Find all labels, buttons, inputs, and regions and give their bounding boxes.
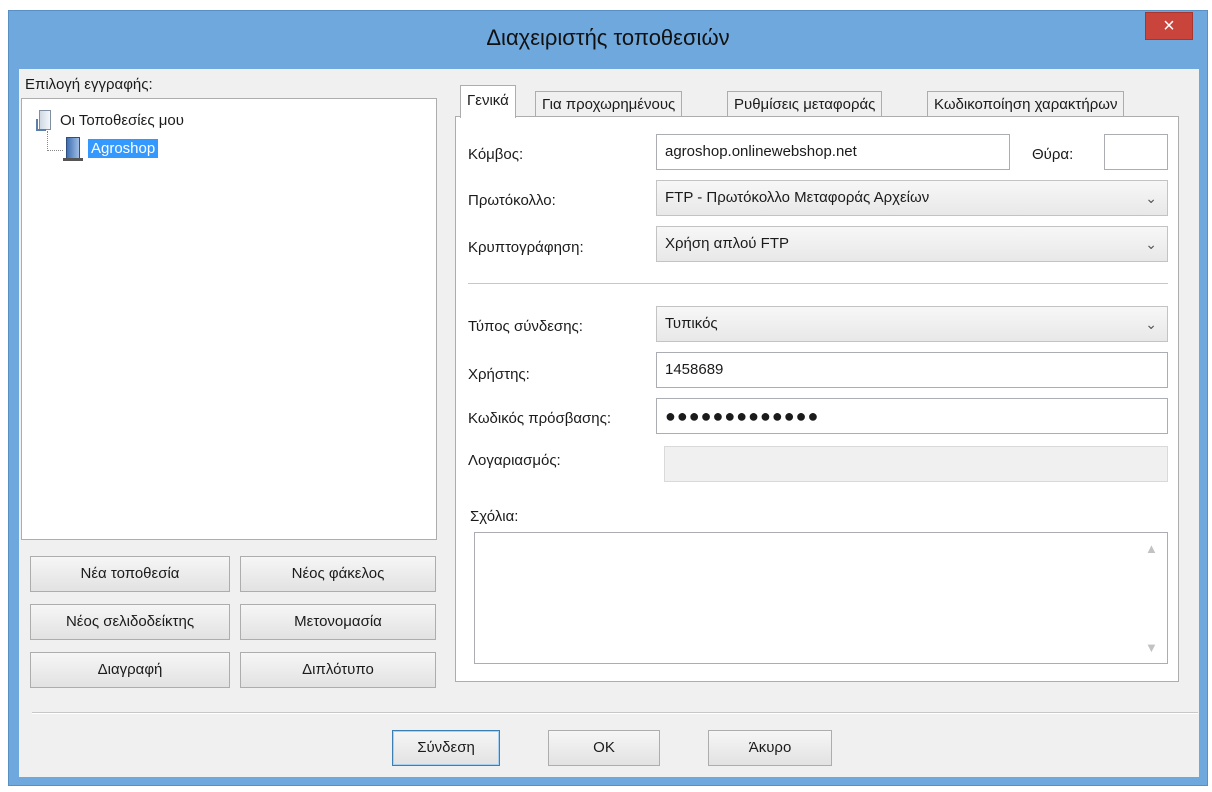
account-input — [664, 446, 1168, 482]
tree-item-agroshop[interactable]: Agroshop — [63, 137, 159, 161]
encryption-select[interactable]: Χρήση απλού FTP ⌄ — [656, 226, 1168, 262]
rename-button[interactable]: Μετονομασία — [240, 604, 436, 640]
cancel-button[interactable]: Άκυρο — [708, 730, 832, 766]
new-bookmark-button[interactable]: Νέος σελιδοδείκτης — [30, 604, 230, 640]
scroll-down-icon[interactable]: ▼ — [1145, 640, 1158, 655]
logon-type-value: Τυπικός — [665, 315, 718, 332]
tree-connector-line — [47, 150, 63, 151]
close-icon: × — [1163, 15, 1175, 37]
tab-general[interactable]: Γενικά — [460, 85, 516, 118]
tab-charset[interactable]: Κωδικοποίηση χαρακτήρων — [927, 91, 1125, 118]
port-input[interactable] — [1104, 134, 1168, 170]
host-label: Κόμβος: — [468, 146, 524, 163]
delete-button[interactable]: Διαγραφή — [30, 652, 230, 688]
duplicate-button[interactable]: Διπλότυπο — [240, 652, 436, 688]
sites-root-icon — [36, 109, 52, 131]
comments-textarea[interactable]: ▲ ▼ — [474, 532, 1168, 664]
section-divider — [468, 283, 1168, 285]
ok-button[interactable]: OK — [548, 730, 660, 766]
new-site-button[interactable]: Νέα τοποθεσία — [30, 556, 230, 592]
tree-root-node[interactable]: Οι Τοποθεσίες μου — [36, 109, 184, 131]
footer-divider — [32, 712, 1198, 714]
site-tree[interactable]: Οι Τοποθεσίες μου Agroshop — [21, 98, 437, 540]
chevron-down-icon: ⌄ — [1145, 236, 1157, 252]
close-button[interactable]: × — [1145, 12, 1193, 40]
protocol-value: FTP - Πρωτόκολλο Μεταφοράς Αρχείων — [665, 189, 930, 206]
account-label: Λογαριασμός: — [468, 452, 561, 469]
protocol-label: Πρωτόκολλο: — [468, 192, 556, 209]
password-label: Κωδικός πρόσβασης: — [468, 410, 612, 427]
server-icon — [63, 137, 83, 161]
comments-scrollbar[interactable]: ▲ ▼ — [1137, 533, 1167, 663]
protocol-select[interactable]: FTP - Πρωτόκολλο Μεταφοράς Αρχείων ⌄ — [656, 180, 1168, 216]
logon-type-label: Τύπος σύνδεσης: — [468, 318, 583, 335]
tree-item-label: Agroshop — [88, 138, 159, 158]
entry-selection-label: Επιλογή εγγραφής: — [25, 76, 153, 93]
host-input[interactable]: agroshop.onlinewebshop.net — [656, 134, 1010, 170]
encryption-value: Χρήση απλού FTP — [665, 235, 789, 252]
user-label: Χρήστης: — [468, 366, 530, 383]
password-input[interactable]: ●●●●●●●●●●●●● — [656, 398, 1168, 434]
new-folder-button[interactable]: Νέος φάκελος — [240, 556, 436, 592]
chevron-down-icon: ⌄ — [1145, 316, 1157, 332]
title-bar[interactable]: Διαχειριστής τοποθεσιών × — [9, 11, 1207, 69]
tree-root-label: Οι Τοποθεσίες μου — [60, 111, 184, 129]
tab-advanced[interactable]: Για προχωρημένους — [535, 91, 683, 118]
scroll-up-icon[interactable]: ▲ — [1145, 541, 1158, 556]
comments-label: Σχόλια: — [470, 508, 519, 525]
connect-button[interactable]: Σύνδεση — [392, 730, 500, 766]
tab-transfer-settings[interactable]: Ρυθμίσεις μεταφοράς — [727, 91, 883, 118]
port-label: Θύρα: — [1032, 146, 1074, 163]
encryption-label: Κρυπτογράφηση: — [468, 239, 584, 256]
chevron-down-icon: ⌄ — [1145, 190, 1157, 206]
tree-connector-line — [47, 131, 48, 151]
window-title: Διαχειριστής τοποθεσιών — [486, 25, 730, 50]
user-input[interactable]: 1458689 — [656, 352, 1168, 388]
logon-type-select[interactable]: Τυπικός ⌄ — [656, 306, 1168, 342]
